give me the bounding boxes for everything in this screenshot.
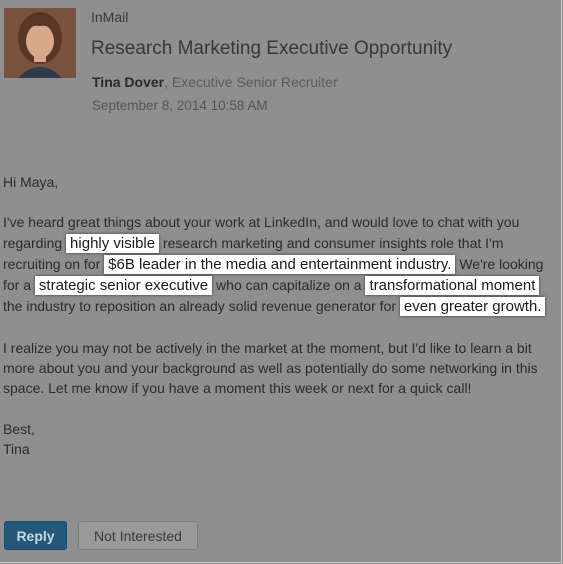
sender-name[interactable]: Tina Dover <box>92 74 164 90</box>
sender-profile-photo <box>4 8 76 78</box>
avatar[interactable] <box>4 8 76 78</box>
sender-line: Tina Dover, Executive Senior Recruiter <box>92 74 338 90</box>
highlight-phrase: strategic senior executive <box>34 276 213 296</box>
message-type-label: InMail <box>91 9 129 25</box>
highlight-phrase: highly visible <box>66 233 160 253</box>
signoff: Tina <box>3 440 30 457</box>
inmail-panel: InMail Research Marketing Executive Oppo… <box>0 0 562 563</box>
message-date: September 8, 2014 10:58 AM <box>92 98 268 113</box>
highlight-phrase: $6B leader in the media and entertainmen… <box>104 254 456 274</box>
sender-title: , Executive Senior Recruiter <box>164 74 338 90</box>
text-segment: who can capitalize on a <box>212 277 366 294</box>
highlight-phrase: transformational moment <box>365 276 540 296</box>
paragraph-1: I've heard great things about your work … <box>3 212 559 317</box>
message-subject: Research Marketing Executive Opportunity <box>91 38 453 59</box>
greeting: Hi Maya, <box>3 174 59 190</box>
reply-button[interactable]: Reply <box>4 521 67 550</box>
closing: Best, <box>3 420 35 437</box>
text-segment: the industry to reposition an already so… <box>3 298 400 315</box>
highlight-phrase: even greater growth. <box>399 297 546 317</box>
message-body: Hi Maya, I've heard great things about y… <box>3 172 559 459</box>
paragraph-2: I realize you may not be actively in the… <box>3 339 538 397</box>
not-interested-button[interactable]: Not Interested <box>78 521 198 550</box>
